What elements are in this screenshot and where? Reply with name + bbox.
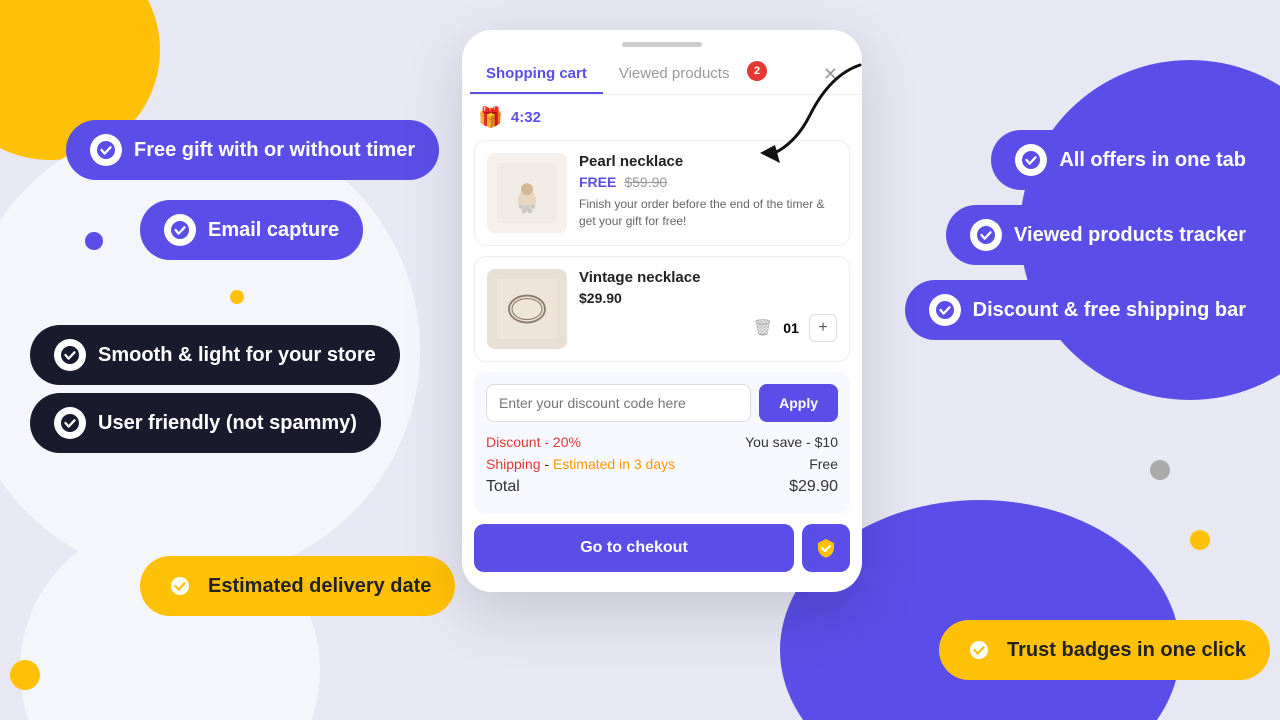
quantity-increase-button[interactable]: +: [809, 314, 837, 342]
viewed-products-label: Viewed products tracker: [1014, 224, 1246, 247]
cart-tabs: Shopping cart Viewed products 2 ✕: [462, 55, 862, 95]
shipping-row: Shipping - Estimated in 3 days Free: [486, 456, 838, 472]
vintage-product-image: [487, 269, 567, 349]
badge-smooth: Smooth & light for your store: [30, 325, 400, 385]
discount-code-input[interactable]: [486, 384, 751, 422]
timer-bar: 🎁 4:32: [462, 95, 862, 140]
estimated-delivery-label: Estimated delivery date: [208, 575, 431, 598]
dot-4: [1190, 530, 1210, 550]
shopping-cart-tab-label: Shopping cart: [486, 65, 587, 82]
timer-display: 4:32: [511, 109, 541, 126]
checkout-button[interactable]: Go to chekout: [474, 524, 794, 572]
all-offers-label: All offers in one tab: [1059, 149, 1246, 172]
pearl-original-price: $59.90: [624, 174, 667, 190]
smooth-label: Smooth & light for your store: [98, 344, 376, 367]
badge-all-offers: All offers in one tab: [991, 130, 1270, 190]
trust-badges-label: Trust badges in one click: [1007, 639, 1246, 662]
check-icon-delivery: [164, 570, 196, 602]
shipping-value: Free: [809, 456, 838, 472]
gift-icon: 🎁: [478, 105, 503, 130]
discount-label: Discount - 20%: [486, 434, 581, 450]
pearl-free-label: FREE: [579, 174, 616, 190]
pearl-product-image: [487, 153, 567, 233]
tab-viewed-products[interactable]: Viewed products: [603, 55, 746, 94]
tab-shopping-cart[interactable]: Shopping cart: [470, 55, 603, 94]
pearl-product-name: Pearl necklace: [579, 153, 837, 170]
total-label: Total: [486, 478, 520, 496]
vintage-price-row: $29.90: [579, 290, 837, 306]
email-capture-label: Email capture: [208, 219, 339, 242]
dot-1: [85, 232, 103, 250]
badge-free-gift: Free gift with or without timer: [66, 120, 439, 180]
check-icon-viewed-products: [970, 219, 1002, 251]
free-gift-label: Free gift with or without timer: [134, 139, 415, 162]
badge-email-capture: Email capture: [140, 200, 363, 260]
discount-row: Discount - 20% You save - $10: [486, 434, 838, 450]
badge-trust-badges: Trust badges in one click: [939, 620, 1270, 680]
quantity-row: 🗑 01 +: [579, 314, 837, 342]
viewed-products-tab-label: Viewed products: [619, 65, 730, 82]
check-icon-free-gift: [90, 134, 122, 166]
badge-estimated-delivery: Estimated delivery date: [140, 556, 455, 616]
phone-notch: [622, 42, 702, 47]
phone-mockup: Shopping cart Viewed products 2 ✕ 🎁 4:32: [462, 30, 862, 592]
check-icon-user-friendly: [54, 407, 86, 439]
check-icon-smooth: [54, 339, 86, 371]
shield-icon: [815, 537, 837, 559]
close-button[interactable]: ✕: [815, 60, 846, 89]
discount-section: Apply Discount - 20% You save - $10 Ship…: [474, 372, 850, 514]
badge-user-friendly: User friendly (not spammy): [30, 393, 381, 453]
total-row: Total $29.90: [486, 478, 838, 496]
badge-viewed-products: Viewed products tracker: [946, 205, 1270, 265]
checkout-row: Go to chekout: [474, 524, 850, 572]
check-icon-trust: [963, 634, 995, 666]
check-icon-discount-shipping: [929, 294, 961, 326]
pearl-product-info: Pearl necklace FREE $59.90 Finish your o…: [579, 153, 837, 230]
pearl-description: Finish your order before the end of the …: [579, 196, 837, 230]
product-card-vintage: Vintage necklace $29.90 🗑 01 +: [474, 256, 850, 362]
discount-input-row: Apply: [486, 384, 838, 422]
badge-discount-shipping: Discount & free shipping bar: [905, 280, 1270, 340]
apply-button[interactable]: Apply: [759, 384, 838, 422]
discount-shipping-label: Discount & free shipping bar: [973, 299, 1246, 322]
vintage-price: $29.90: [579, 290, 622, 306]
vintage-product-name: Vintage necklace: [579, 269, 837, 286]
shield-button[interactable]: [802, 524, 850, 572]
user-friendly-label: User friendly (not spammy): [98, 412, 357, 435]
dot-2: [230, 290, 244, 304]
total-value: $29.90: [789, 478, 838, 496]
shipping-label: Shipping - Estimated in 3 days: [486, 456, 675, 472]
dot-3: [1150, 460, 1170, 480]
notification-badge: 2: [747, 61, 767, 81]
vintage-product-info: Vintage necklace $29.90 🗑 01 +: [579, 269, 837, 342]
check-icon-email: [164, 214, 196, 246]
dot-6: [10, 660, 40, 690]
discount-savings: You save - $10: [745, 434, 838, 450]
product-card-pearl: Pearl necklace FREE $59.90 Finish your o…: [474, 140, 850, 246]
delete-button[interactable]: 🗑: [753, 318, 773, 338]
check-icon-all-offers: [1015, 144, 1047, 176]
quantity-value: 01: [781, 320, 801, 336]
pearl-price-row: FREE $59.90: [579, 174, 837, 190]
